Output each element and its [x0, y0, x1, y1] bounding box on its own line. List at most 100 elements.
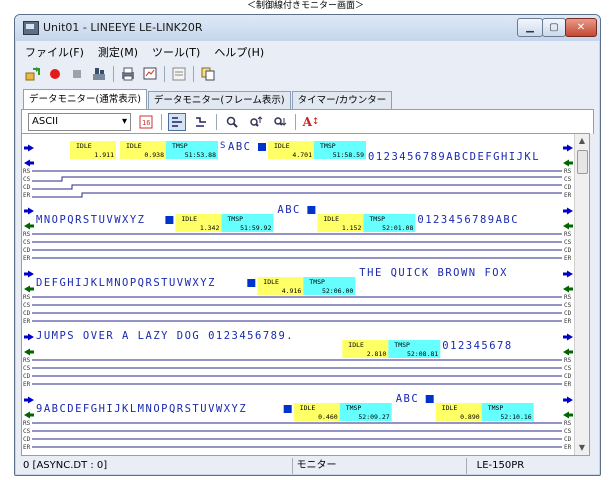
- timing-mark-value: 52:06.00: [322, 287, 353, 295]
- vertical-scrollbar[interactable]: ▲ ▼: [574, 134, 589, 455]
- timing-mark-tag: TMSP: [394, 341, 410, 349]
- tab-monitor-frame[interactable]: データモニター(フレーム表示): [147, 91, 291, 109]
- ctrl-line-label: RS: [564, 294, 572, 301]
- data-monitor-pane[interactable]: IDLE 1.911 IDLE 0.938 TMSP 51:53.88 S ABC IDLE 4.…: [21, 133, 590, 456]
- timing-mark-tag: IDLE: [323, 215, 339, 223]
- timing-mark-value: 52:10.16: [500, 413, 531, 421]
- maximize-button[interactable]: ▢: [542, 18, 566, 37]
- status-model: LE-150PR: [476, 460, 525, 471]
- subbar-separator: [295, 114, 296, 130]
- timing-mark-value: 4.916: [282, 287, 302, 295]
- arrow-right-icon: [24, 333, 34, 341]
- data-text: MNOPQRSTUVWXYZ: [36, 214, 146, 226]
- timing-mark-value: 51:58.59: [333, 151, 364, 159]
- split-icon[interactable]: [192, 113, 210, 131]
- ctrl-line-label: CD: [23, 247, 31, 254]
- data-text: ABC: [396, 393, 419, 405]
- timing-mark-value: 52:01.08: [382, 224, 413, 232]
- scroll-up-icon[interactable]: ▲: [575, 134, 589, 148]
- arrow-right-icon: [563, 396, 573, 404]
- display-mode-icon[interactable]: [168, 113, 186, 131]
- ctrl-line-label: RS: [23, 420, 31, 427]
- data-text: 9ABCDEFGHIJKLMNOPQRSTUVWXYZ: [36, 403, 247, 415]
- stop-icon[interactable]: [69, 66, 85, 82]
- status-mode: モニター: [293, 458, 467, 474]
- ctrl-line-label: RS: [564, 168, 572, 175]
- ctrl-line-label: ER: [564, 444, 572, 451]
- title-bar[interactable]: Unit01 - LINEEYE LE-LINK20R ▁ ▢ ✕: [15, 15, 600, 41]
- marker-icon: [283, 405, 292, 413]
- subbar-separator: [161, 114, 162, 130]
- start-icon[interactable]: [25, 66, 41, 82]
- ctrl-line-label: CS: [564, 176, 572, 183]
- timing-mark-tag: IDLE: [442, 404, 458, 412]
- menu-tools[interactable]: ツール(T): [146, 44, 206, 60]
- menu-file[interactable]: ファイル(F): [19, 44, 90, 60]
- timing-mark-value: 0.890: [460, 413, 480, 421]
- arrow-right-icon: [563, 144, 573, 152]
- timing-mark-tag: TMSP: [172, 142, 188, 150]
- arrow-right-icon: [24, 396, 34, 404]
- timing-mark-tag: TMSP: [309, 278, 325, 286]
- ctrl-line-label: CD: [23, 184, 31, 191]
- font-icon[interactable]: A ↕: [302, 113, 320, 131]
- ctrl-line-label: CS: [564, 239, 572, 246]
- ctrl-line-label: CS: [23, 176, 31, 183]
- search-up-icon[interactable]: [247, 113, 265, 131]
- timing-mark-tag: TMSP: [227, 215, 243, 223]
- scroll-down-icon[interactable]: ▼: [575, 441, 589, 455]
- timing-mark-tag: TMSP: [488, 404, 504, 412]
- status-bar: 0 [ASYNC.DT : 0] モニター LE-150PR: [19, 458, 596, 474]
- copy-icon[interactable]: [200, 66, 216, 82]
- marker-icon: [165, 216, 174, 224]
- arrow-left-icon: [24, 222, 34, 230]
- arrow-left-icon: [24, 159, 34, 167]
- timing-mark-value: 0.938: [144, 151, 164, 159]
- toolbar: [19, 63, 596, 85]
- minimize-button[interactable]: ▁: [517, 18, 543, 37]
- trigger-icon[interactable]: [91, 66, 107, 82]
- ctrl-line-label: CS: [564, 302, 572, 309]
- tab-monitor-normal[interactable]: データモニター(通常表示): [23, 89, 147, 109]
- ctrl-line-label: RS: [23, 357, 31, 364]
- data-text: ABC: [228, 141, 251, 153]
- subbar-separator: [216, 114, 217, 130]
- search-icon[interactable]: [223, 113, 241, 131]
- menu-help[interactable]: ヘルプ(H): [208, 44, 270, 60]
- ctrl-line-label: CD: [564, 373, 572, 380]
- toolbar-separator: [113, 66, 114, 82]
- data-text: S: [220, 141, 225, 151]
- search-down-icon[interactable]: [271, 113, 289, 131]
- ctrl-line-label: RS: [564, 357, 572, 364]
- monitor-icon[interactable]: [142, 66, 158, 82]
- ctrl-line-signal: [32, 192, 562, 198]
- ctrl-line-label: ER: [564, 255, 572, 262]
- marker-icon: [307, 206, 316, 214]
- ctrl-line-label: RS: [23, 231, 31, 238]
- ctrl-line-signal: [32, 184, 562, 190]
- close-button[interactable]: ✕: [565, 18, 597, 37]
- hex-icon[interactable]: 16: [137, 113, 155, 131]
- tab-timer-counter[interactable]: タイマー/カウンター: [291, 91, 393, 109]
- arrow-left-icon: [563, 348, 573, 356]
- timing-mark-tag: IDLE: [300, 404, 316, 412]
- ctrl-line-label: CD: [23, 310, 31, 317]
- arrow-right-icon: [563, 207, 573, 215]
- timing-mark-tag: IDLE: [263, 278, 279, 286]
- ctrl-line-label: CS: [564, 428, 572, 435]
- menu-measure[interactable]: 測定(M): [92, 44, 144, 60]
- ctrl-line-label: CD: [23, 436, 31, 443]
- ctrl-line-label: RS: [564, 231, 572, 238]
- ctrl-line-label: RS: [564, 420, 572, 427]
- code-select[interactable]: ASCII: [28, 113, 131, 131]
- timing-mark-value: 52:09.27: [358, 413, 389, 421]
- timing-mark-tag: IDLE: [348, 341, 364, 349]
- scroll-thumb[interactable]: [577, 150, 588, 174]
- config-icon[interactable]: [171, 66, 187, 82]
- ctrl-line-label: ER: [23, 444, 31, 451]
- print-icon[interactable]: [120, 66, 136, 82]
- marker-icon: [247, 279, 256, 287]
- timing-mark-value: 1.152: [342, 224, 362, 232]
- timing-mark-tag: TMSP: [320, 142, 336, 150]
- record-icon[interactable]: [47, 66, 63, 82]
